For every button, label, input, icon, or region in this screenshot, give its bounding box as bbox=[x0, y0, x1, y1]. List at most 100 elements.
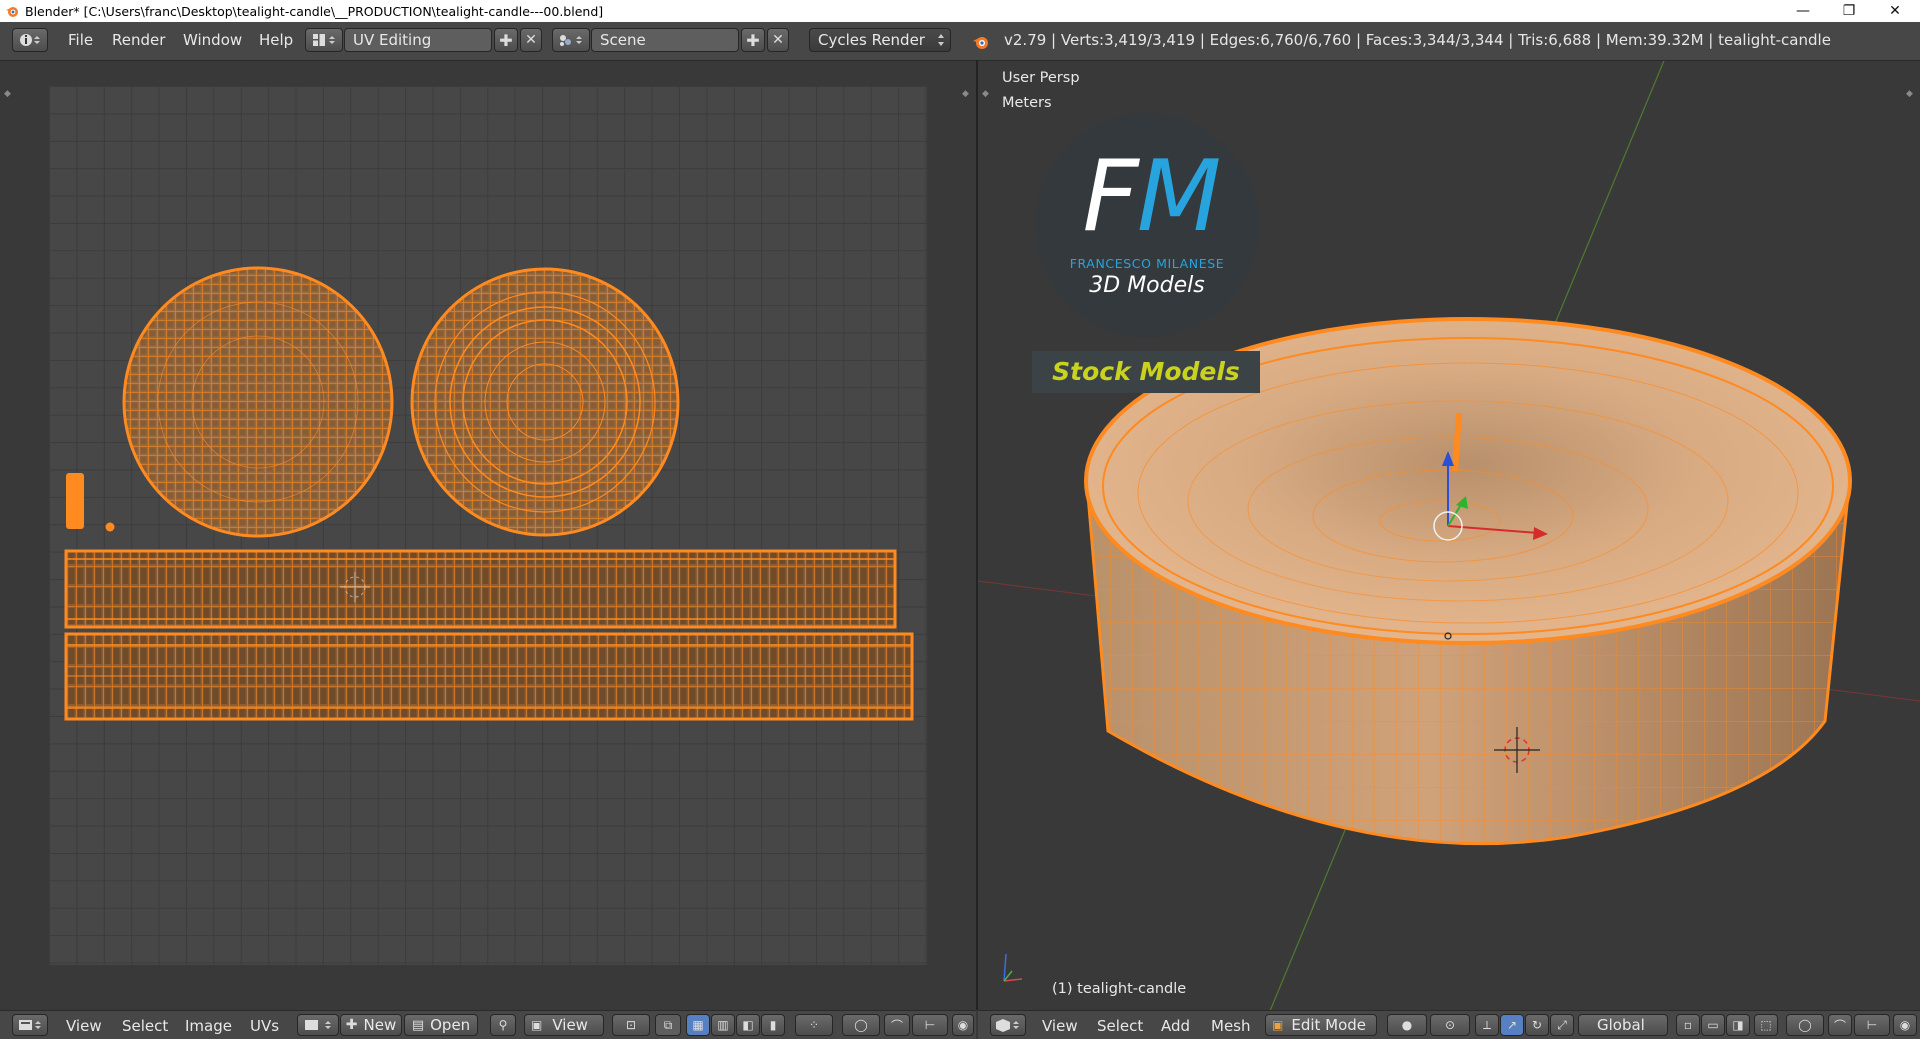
info-header: File Render Window Help UV Editing ✚ ✕ S… bbox=[0, 22, 1920, 61]
add-scene-icon[interactable]: ✚ bbox=[741, 28, 765, 52]
view-axes-icon bbox=[1003, 953, 1023, 982]
active-object-label: (1) tealight-candle bbox=[1052, 981, 1187, 997]
menu-window[interactable]: Window bbox=[183, 31, 242, 49]
scale-manipulator-icon[interactable]: ⤢ bbox=[1550, 1014, 1574, 1036]
window-title: Blender* [C:\Users\franc\Desktop\tealigh… bbox=[25, 3, 604, 19]
menu-file[interactable]: File bbox=[68, 31, 93, 49]
watermark-initial-m: M bbox=[1136, 140, 1222, 254]
editor-type-button[interactable] bbox=[990, 1014, 1026, 1036]
uv-menu-view[interactable]: View bbox=[66, 1017, 102, 1035]
proportional-falloff-icon[interactable]: ⌒ bbox=[884, 1014, 910, 1036]
view3d-menu-select[interactable]: Select bbox=[1097, 1017, 1143, 1035]
watermark-initial-f: F bbox=[1082, 140, 1139, 254]
pin-icon[interactable]: ⚲ bbox=[490, 1014, 516, 1036]
3d-viewport[interactable]: ◆ ◆ User Persp Meters FM FRANCESCO MILAN… bbox=[978, 61, 1920, 1010]
layout-icon bbox=[313, 34, 335, 46]
edge-select-icon[interactable]: ▭ bbox=[1701, 1014, 1725, 1036]
proportional-edit-select[interactable]: ◯ bbox=[1786, 1014, 1824, 1036]
uv-island-side-strip-upper[interactable] bbox=[64, 549, 897, 629]
uv-grid-canvas[interactable] bbox=[49, 86, 927, 965]
mode-label: Edit Mode bbox=[1291, 1016, 1367, 1034]
watermark-logo: FM FRANCESCO MILANESE 3D Models Stock Mo… bbox=[1032, 113, 1262, 395]
snap-element-select[interactable]: ⊢ bbox=[1854, 1014, 1890, 1036]
screen-layout-browse-button[interactable] bbox=[305, 28, 343, 52]
sticky-selection-select[interactable]: ⁘ bbox=[795, 1014, 833, 1036]
uv-editor-header: View Select Image UVs ✚ New ▤ Open ⚲ ▣ View… bbox=[0, 1010, 976, 1039]
uv-island-top-cap[interactable] bbox=[410, 267, 680, 537]
close-button[interactable]: ✕ bbox=[1872, 0, 1918, 22]
image-editor-icon bbox=[19, 1020, 41, 1030]
plus-icon: ✚ bbox=[345, 1017, 358, 1033]
restore-button[interactable]: ❐ bbox=[1826, 0, 1872, 22]
scene-field[interactable]: Scene bbox=[591, 28, 739, 52]
new-image-label: New bbox=[363, 1016, 397, 1034]
uv-island-wick[interactable] bbox=[66, 473, 84, 529]
view3d-menu-view[interactable]: View bbox=[1042, 1017, 1078, 1035]
snap-element-select[interactable]: ⊢ bbox=[912, 1014, 948, 1036]
watermark-initials: FM bbox=[1056, 147, 1246, 247]
sync-selection-icon[interactable]: ⧉ bbox=[655, 1014, 681, 1036]
view3d-menu-mesh[interactable]: Mesh bbox=[1211, 1017, 1251, 1035]
uv-image-editor[interactable]: ◆ ◆ bbox=[0, 61, 976, 1010]
viewport-shading-select[interactable]: ● bbox=[1387, 1014, 1427, 1036]
open-image-label: Open bbox=[430, 1016, 471, 1034]
translate-manipulator-icon[interactable]: ↗ bbox=[1500, 1014, 1524, 1036]
info-icon bbox=[20, 34, 40, 46]
editor-type-button[interactable] bbox=[12, 28, 48, 52]
edge-select-icon[interactable]: ▥ bbox=[711, 1014, 735, 1036]
proportional-edit-select[interactable]: ◯ bbox=[842, 1014, 880, 1036]
open-image-button[interactable]: ▤ Open bbox=[404, 1014, 478, 1036]
delete-screen-icon[interactable]: ✕ bbox=[520, 28, 542, 52]
uv-island-wick-tip[interactable] bbox=[105, 522, 115, 532]
3d-view-icon bbox=[996, 1019, 1019, 1032]
vertex-select-icon[interactable]: ▫ bbox=[1676, 1014, 1700, 1036]
view-mode-icon: ▣ bbox=[531, 1018, 543, 1032]
transform-orientation-select[interactable]: Global bbox=[1578, 1014, 1668, 1036]
screen-layout-field[interactable]: UV Editing bbox=[344, 28, 492, 52]
island-select-icon[interactable]: ▮ bbox=[761, 1014, 785, 1036]
delete-scene-icon[interactable]: ✕ bbox=[767, 28, 789, 52]
pivot-point-select[interactable]: ⊡ bbox=[612, 1014, 650, 1036]
render-engine-label: Cycles Render bbox=[818, 31, 925, 49]
rotate-manipulator-icon[interactable]: ↻ bbox=[1525, 1014, 1549, 1036]
region-expand-icon[interactable]: ◆ bbox=[962, 89, 969, 99]
menu-help[interactable]: Help bbox=[259, 31, 293, 49]
uv-island-bottom-cap[interactable] bbox=[122, 266, 394, 538]
render-engine-select[interactable]: Cycles Render bbox=[809, 28, 951, 52]
face-select-icon[interactable]: ◨ bbox=[1726, 1014, 1750, 1036]
new-image-button[interactable]: ✚ New bbox=[340, 1014, 402, 1036]
view-mode-select[interactable]: ▣ View bbox=[524, 1014, 604, 1036]
minimize-button[interactable]: — bbox=[1780, 0, 1826, 22]
scene-statistics: v2.79 | Verts:3,419/3,419 | Edges:6,760/… bbox=[1004, 31, 1831, 49]
dropdown-arrows-icon bbox=[938, 34, 944, 46]
uv-menu-image[interactable]: Image bbox=[185, 1017, 232, 1035]
pivot-point-select[interactable]: ⊙ bbox=[1430, 1014, 1470, 1036]
tealight-candle-mesh[interactable] bbox=[1084, 317, 1852, 846]
image-browse-button[interactable] bbox=[297, 1014, 339, 1036]
magnet-icon[interactable]: ◉ bbox=[952, 1014, 974, 1036]
scene-browse-button[interactable] bbox=[552, 28, 590, 52]
blender-logo-icon bbox=[973, 37, 988, 49]
view-mode-label: View bbox=[552, 1016, 588, 1034]
transform-orientation-label: Global bbox=[1597, 1016, 1645, 1034]
editor-type-button[interactable] bbox=[12, 1014, 48, 1036]
proportional-falloff-icon[interactable]: ⌒ bbox=[1828, 1014, 1852, 1036]
blender-logo-icon bbox=[6, 7, 18, 17]
watermark-subtitle: 3D Models bbox=[1089, 273, 1205, 298]
face-select-icon[interactable]: ◧ bbox=[736, 1014, 760, 1036]
magnet-icon[interactable]: ◉ bbox=[1893, 1014, 1917, 1036]
watermark-brand: FRANCESCO MILANESE bbox=[1069, 256, 1225, 271]
manipulator-toggle-icon[interactable]: ⟂ bbox=[1475, 1014, 1499, 1036]
vertex-select-icon[interactable]: ▦ bbox=[686, 1014, 710, 1036]
window-titlebar: Blender* [C:\Users\franc\Desktop\tealigh… bbox=[0, 0, 1920, 22]
image-browse-icon bbox=[305, 1020, 331, 1030]
uv-menu-select[interactable]: Select bbox=[122, 1017, 168, 1035]
region-expand-icon[interactable]: ◆ bbox=[4, 89, 11, 99]
add-screen-icon[interactable]: ✚ bbox=[494, 28, 518, 52]
mode-select[interactable]: ▣ Edit Mode bbox=[1265, 1014, 1377, 1036]
uv-menu-uvs[interactable]: UVs bbox=[250, 1017, 279, 1035]
view3d-menu-add[interactable]: Add bbox=[1161, 1017, 1190, 1035]
menu-render[interactable]: Render bbox=[112, 31, 165, 49]
uv-island-side-strip-lower[interactable] bbox=[64, 632, 914, 721]
limit-selection-icon[interactable]: ⬚ bbox=[1754, 1014, 1778, 1036]
